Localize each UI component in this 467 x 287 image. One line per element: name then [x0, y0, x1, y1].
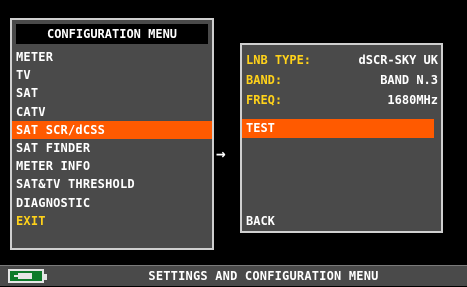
freq-row[interactable]: FREQ: 1680MHz	[246, 91, 438, 110]
freq-value: 1680MHz	[387, 93, 438, 107]
battery-charging-icon	[8, 269, 47, 283]
menu-item-tv[interactable]: TV	[12, 66, 212, 84]
freq-label: FREQ:	[246, 93, 283, 107]
arrow-right-icon: →	[216, 144, 226, 163]
menu-item-sat-finder[interactable]: SAT FINDER	[12, 139, 212, 157]
band-value: BAND N.3	[380, 73, 438, 87]
sat-scr-submenu: LNB TYPE: dSCR-SKY UK BAND: BAND N.3 FRE…	[240, 43, 443, 233]
status-text: SETTINGS AND CONFIGURATION MENU	[148, 269, 379, 283]
test-button[interactable]: TEST	[242, 119, 434, 138]
lnb-type-label: LNB TYPE:	[246, 53, 312, 67]
menu-item-diagnostic[interactable]: DIAGNOSTIC	[12, 194, 212, 212]
menu-item-meter[interactable]: METER	[12, 48, 212, 66]
menu-item-sat-tv-threshold[interactable]: SAT&TV THRESHOLD	[12, 175, 212, 193]
device-screen: CONFIGURATION MENU METER TV SAT CATV SAT…	[0, 0, 467, 286]
status-bar: SETTINGS AND CONFIGURATION MENU	[0, 265, 467, 286]
back-button[interactable]: BACK	[246, 212, 275, 231]
configuration-menu: CONFIGURATION MENU METER TV SAT CATV SAT…	[10, 18, 214, 250]
menu-item-sat[interactable]: SAT	[12, 84, 212, 102]
lnb-type-row[interactable]: LNB TYPE: dSCR-SKY UK	[246, 51, 438, 70]
band-label: BAND:	[246, 73, 283, 87]
menu-item-meter-info[interactable]: METER INFO	[12, 157, 212, 175]
menu-item-sat-scr-dcss[interactable]: SAT SCR/dCSS	[12, 120, 212, 139]
lnb-type-value: dSCR-SKY UK	[358, 53, 438, 67]
menu-list: METER TV SAT CATV SAT SCR/dCSS SAT FINDE…	[12, 48, 212, 230]
plug-icon	[14, 273, 32, 279]
menu-title: CONFIGURATION MENU	[16, 24, 208, 44]
menu-item-catv[interactable]: CATV	[12, 103, 212, 121]
menu-item-exit[interactable]: EXIT	[12, 212, 212, 230]
band-row[interactable]: BAND: BAND N.3	[246, 71, 438, 90]
